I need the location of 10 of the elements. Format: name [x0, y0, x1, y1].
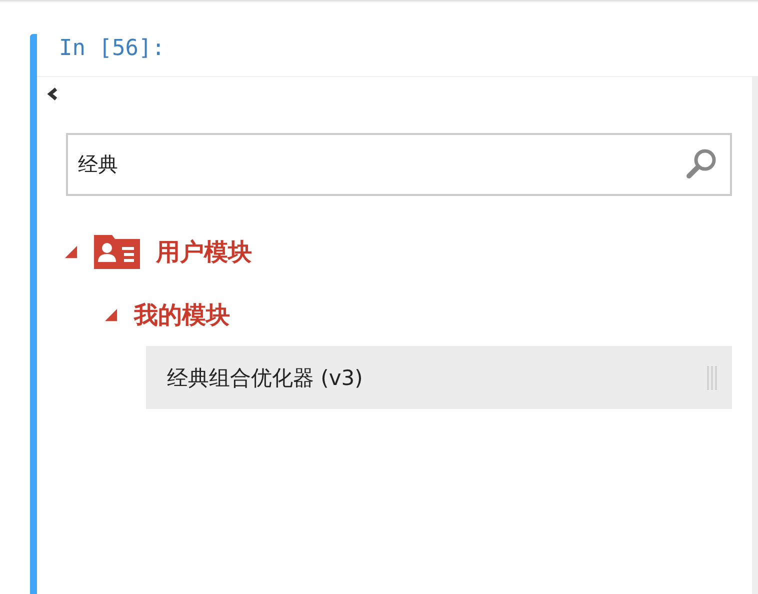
collapse-icon[interactable]: [47, 85, 59, 103]
drag-handle-icon[interactable]: [706, 366, 718, 390]
contact-folder-icon: [94, 234, 140, 268]
input-prompt: In [56]:: [59, 35, 166, 63]
folder-label[interactable]: 我的模块: [134, 298, 230, 330]
search-field[interactable]: 经典: [66, 133, 732, 196]
module-item[interactable]: 经典组合优化器 (v3): [146, 346, 732, 409]
folder-label[interactable]: 用户模块: [156, 236, 252, 268]
expanded-arrow-icon[interactable]: [104, 308, 118, 322]
expanded-arrow-icon[interactable]: [64, 244, 78, 258]
